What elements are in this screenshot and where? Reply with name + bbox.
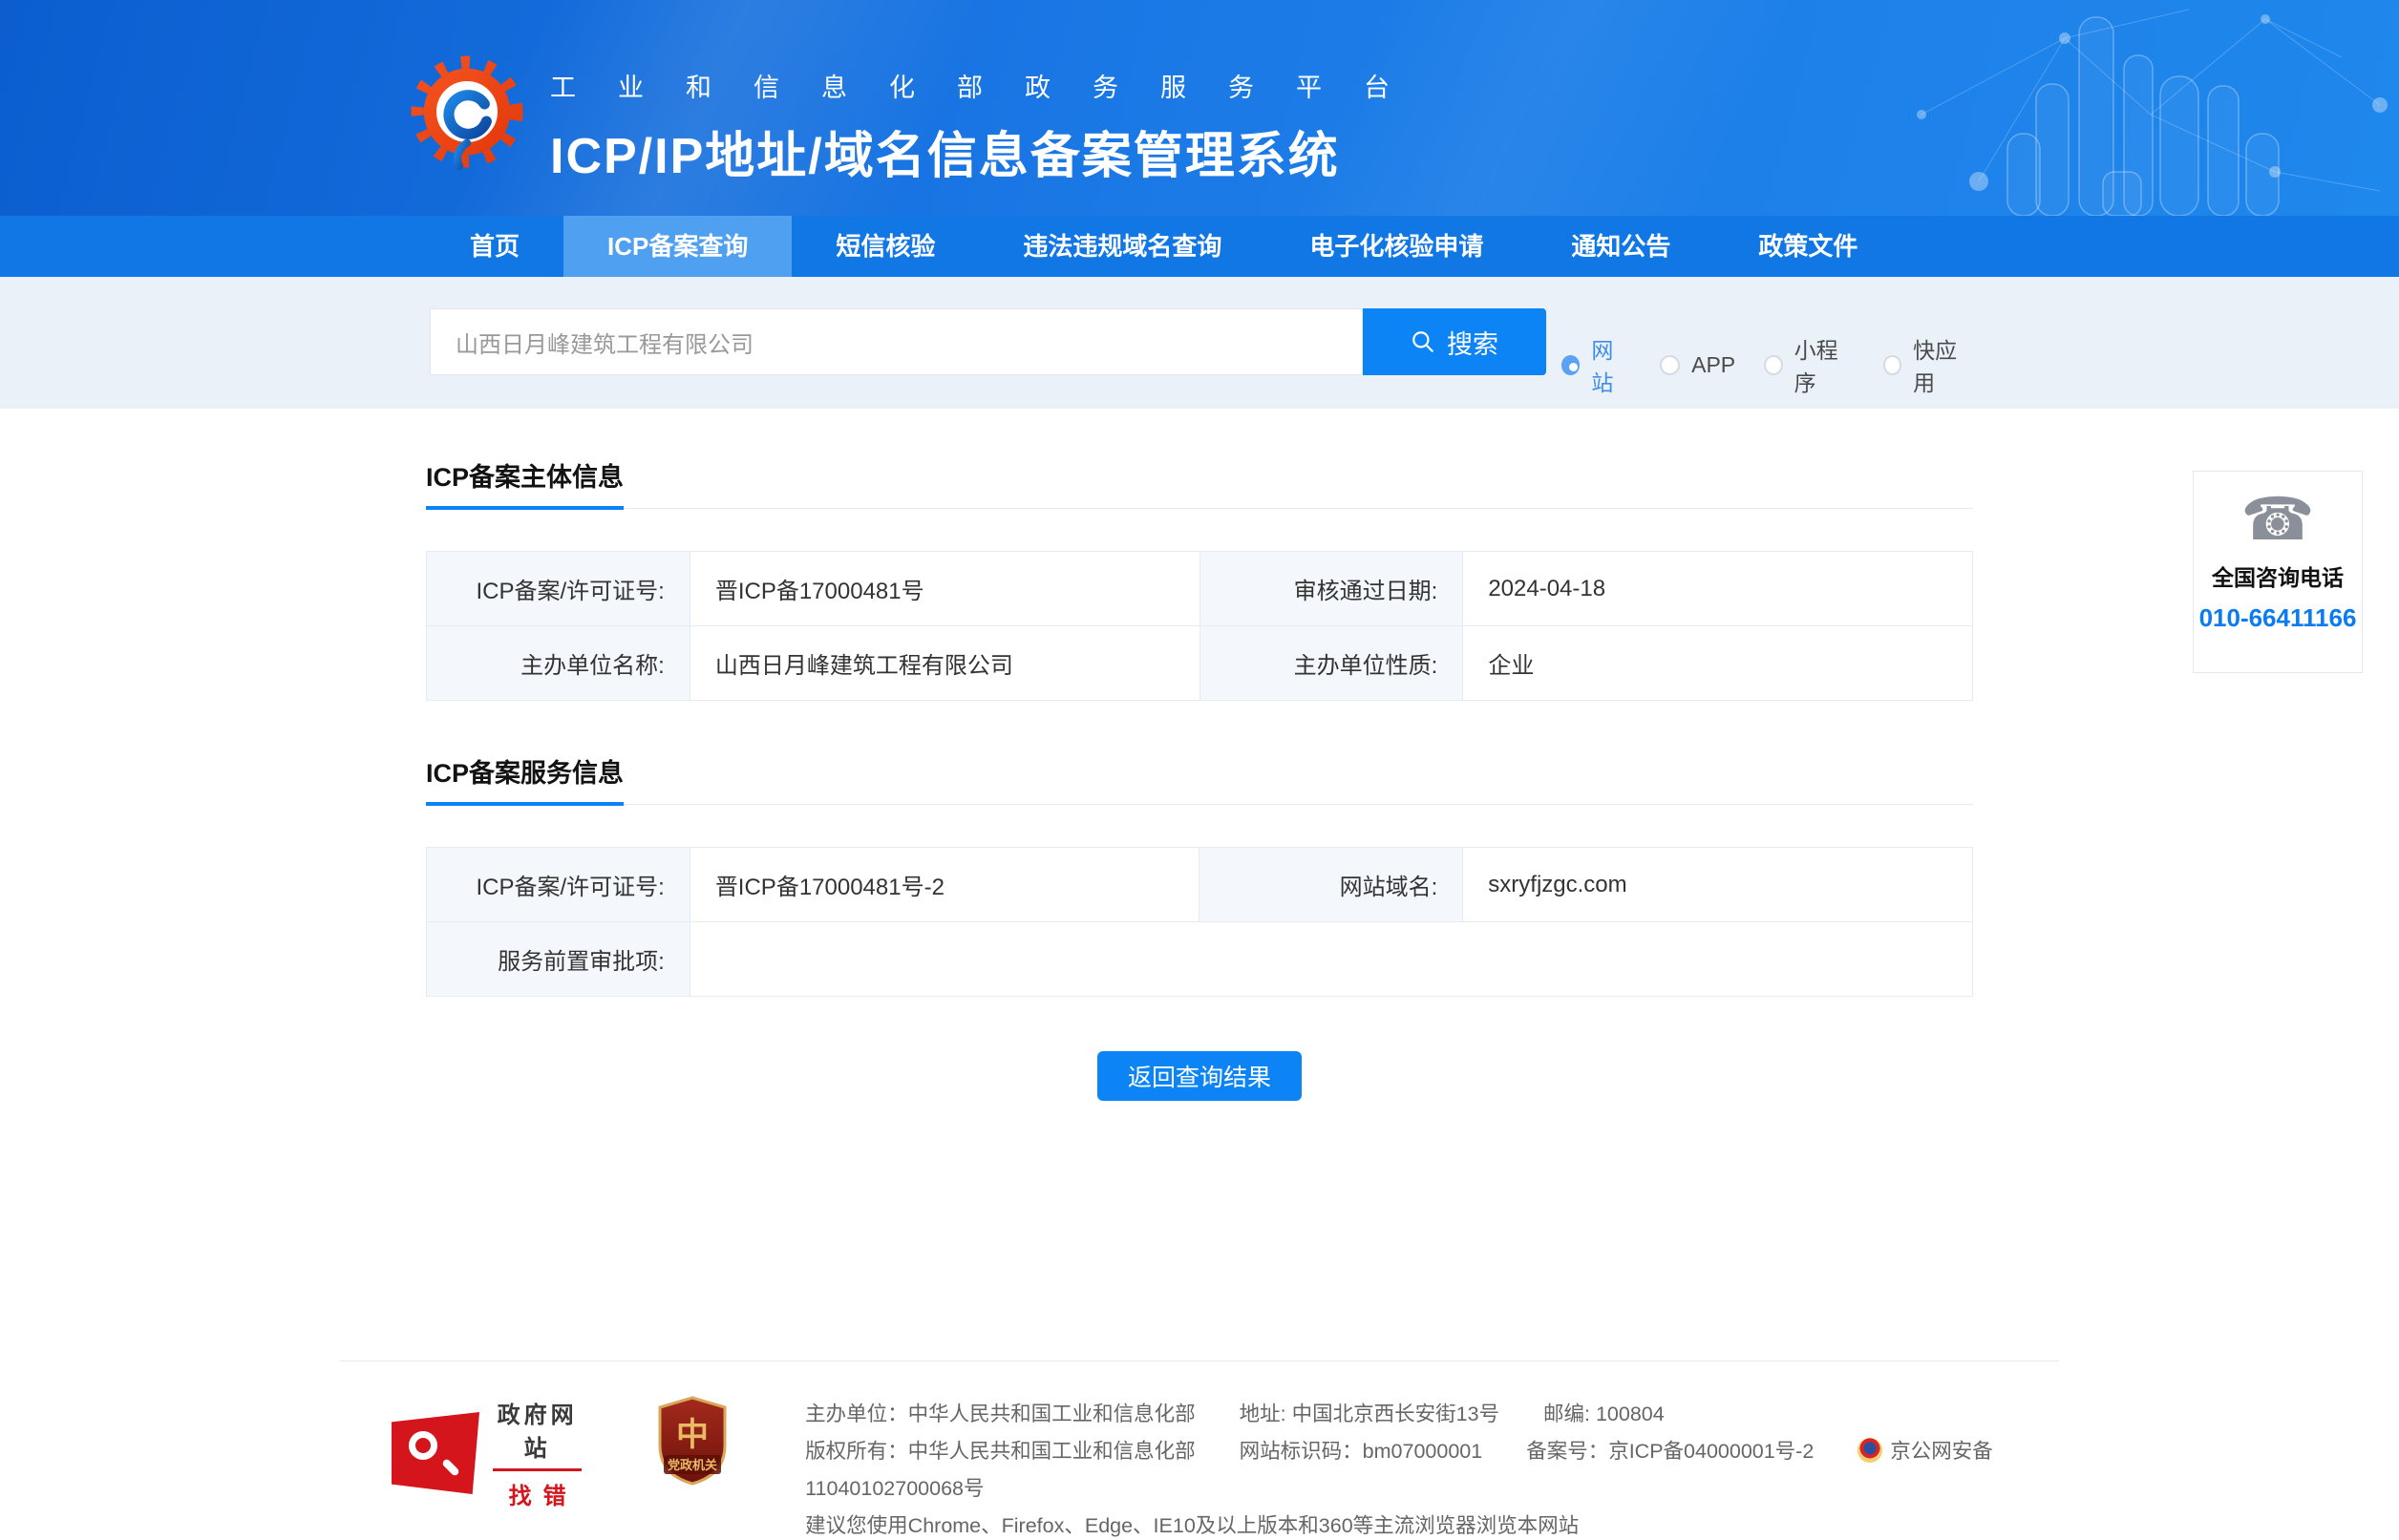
table-row: ICP备案/许可证号: 晋ICP备17000481号 审核通过日期: 2024-… [427, 552, 1973, 626]
page-title: ICP/IP地址/域名信息备案管理系统 [550, 116, 1432, 187]
nav-item-home[interactable]: 首页 [426, 216, 563, 277]
footer-text-block: 主办单位：中华人民共和国工业和信息化部 地址: 中国北京西长安街13号 邮编: … [805, 1396, 2059, 1540]
radio-dot-selected-icon [1561, 355, 1580, 375]
footer-icp-number: 备案号：京ICP备04000001号-2 [1526, 1440, 1814, 1463]
footer-browser-advice: 建议您使用Chrome、Firefox、Edge、IE10及以上版本和360等主… [805, 1514, 1579, 1537]
footer-line-2: 版权所有：中华人民共和国工业和信息化部 网站标识码：bm07000001 备案号… [805, 1433, 2059, 1508]
back-to-results-button[interactable]: 返回查询结果 [1097, 1051, 1302, 1101]
gov-website-find-error-logo[interactable]: 政府网站 找错 [392, 1396, 582, 1510]
license-number-value: 晋ICP备17000481号 [690, 552, 1200, 626]
find-error-magnifier-icon [392, 1412, 479, 1494]
nav-item-icp-query[interactable]: ICP备案查询 [563, 216, 792, 277]
footer-line-1: 主办单位：中华人民共和国工业和信息化部 地址: 中国北京西长安街13号 邮编: … [805, 1396, 2059, 1433]
service-info-table: ICP备案/许可证号: 晋ICP备17000481号-2 网站域名: sxryf… [426, 847, 1973, 997]
nav-item-electronic-verify[interactable]: 电子化核验申请 [1265, 216, 1527, 277]
search-icon [1411, 329, 1435, 354]
platform-subtitle: 工业和信息化部政务服务平台 [550, 67, 1432, 104]
footer-copyright: 版权所有：中华人民共和国工业和信息化部 [805, 1440, 1196, 1463]
miit-gear-logo-icon [409, 53, 525, 170]
approval-date-label: 审核通过日期: [1200, 552, 1463, 626]
approval-date-value: 2024-04-18 [1463, 552, 1973, 626]
party-government-badge-icon[interactable]: 中 党政机关 [656, 1396, 729, 1486]
organizer-name-value: 山西日月峰建筑工程有限公司 [690, 626, 1200, 701]
hotline-title: 全国咨询电话 [2194, 559, 2362, 592]
table-row: 主办单位名称: 山西日月峰建筑工程有限公司 主办单位性质: 企业 [427, 626, 1973, 701]
domain-label: 网站域名: [1200, 848, 1463, 922]
radio-website[interactable]: 网站 [1561, 332, 1631, 397]
page-header: 工业和信息化部政务服务平台 ICP/IP地址/域名信息备案管理系统 [0, 0, 2399, 216]
organizer-name-label: 主办单位名称: [427, 626, 690, 701]
svg-text:中: 中 [676, 1416, 709, 1454]
page-footer: 政府网站 找错 中 党政机关 主办单位：中华人民共和国工业和信息化部 地址: 中… [0, 1361, 2399, 1540]
domain-value: sxryfjzgc.com [1463, 848, 1973, 922]
wireframe-city-illustration [1864, 0, 2399, 216]
table-row: 服务前置审批项: [427, 922, 1973, 997]
radio-miniprogram[interactable]: 小程序 [1764, 332, 1854, 397]
search-input[interactable] [430, 308, 1363, 375]
hotline-number[interactable]: 010-66411166 [2194, 603, 2362, 633]
svg-text:党政机关: 党政机关 [668, 1458, 717, 1473]
nav-item-notice[interactable]: 通知公告 [1527, 216, 1714, 277]
service-license-value: 晋ICP备17000481号-2 [690, 848, 1200, 922]
police-badge-icon [1858, 1438, 1882, 1463]
organizer-nature-value: 企业 [1463, 626, 1973, 701]
service-license-label: ICP备案/许可证号: [427, 848, 690, 922]
search-button[interactable]: 搜索 [1363, 308, 1546, 375]
service-info-section-title: ICP备案服务信息 [426, 752, 624, 806]
nav-item-illegal-domain-query[interactable]: 违法违规域名查询 [979, 216, 1265, 277]
pre-approval-label: 服务前置审批项: [427, 922, 690, 997]
main-content: ICP备案主体信息 ICP备案/许可证号: 晋ICP备17000481号 审核通… [426, 409, 1973, 1101]
subject-info-table: ICP备案/许可证号: 晋ICP备17000481号 审核通过日期: 2024-… [426, 551, 1973, 701]
search-type-radio-group: 网站 APP 小程序 快应用 [1561, 346, 1973, 384]
footer-line-3: 建议您使用Chrome、Firefox、Edge、IE10及以上版本和360等主… [805, 1508, 2059, 1540]
footer-site-code: 网站标识码：bm07000001 [1240, 1440, 1483, 1463]
telephone-icon: ☎ [2194, 491, 2362, 550]
nav-item-policy[interactable]: 政策文件 [1714, 216, 1901, 277]
main-nav: 首页 ICP备案查询 短信核验 违法违规域名查询 电子化核验申请 通知公告 政策… [0, 216, 2399, 277]
organizer-nature-label: 主办单位性质: [1200, 626, 1463, 701]
brand-block: 工业和信息化部政务服务平台 ICP/IP地址/域名信息备案管理系统 [409, 53, 1432, 187]
subject-info-section-title: ICP备案主体信息 [426, 456, 624, 510]
radio-dot-icon [1883, 355, 1902, 375]
footer-host: 主办单位：中华人民共和国工业和信息化部 [805, 1403, 1196, 1425]
pre-approval-value [690, 922, 1972, 997]
radio-dot-icon [1660, 355, 1680, 375]
table-row: ICP备案/许可证号: 晋ICP备17000481号-2 网站域名: sxryf… [427, 848, 1973, 922]
footer-zipcode: 邮编: 100804 [1543, 1403, 1665, 1425]
footer-address: 地址: 中国北京西长安街13号 [1240, 1403, 1499, 1425]
hotline-card: ☎ 全国咨询电话 010-66411166 [2193, 471, 2363, 673]
radio-dot-icon [1764, 355, 1783, 375]
license-number-label: ICP备案/许可证号: [427, 552, 690, 626]
search-section: 搜索 网站 APP 小程序 快应用 [0, 277, 2399, 409]
nav-item-sms-verify[interactable]: 短信核验 [792, 216, 979, 277]
radio-quickapp[interactable]: 快应用 [1883, 332, 1973, 397]
radio-app[interactable]: APP [1660, 352, 1735, 378]
